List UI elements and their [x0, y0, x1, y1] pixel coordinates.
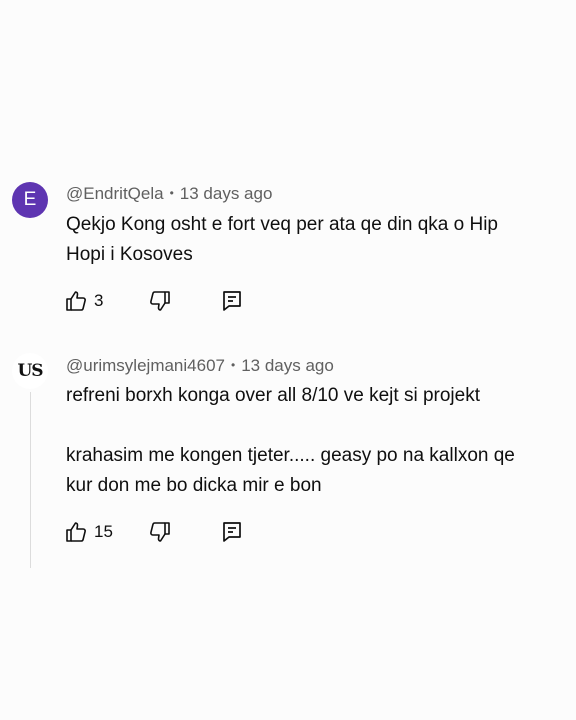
comment-line: krahasim me kongen tjeter..... geasy po …: [66, 445, 515, 466]
dislike-button[interactable]: [148, 520, 220, 544]
comment-text: Qekjo Kong osht e fort veq per ata qe di…: [66, 210, 566, 270]
comment-meta: @urimsylejmani4607 • 13 days ago: [66, 356, 334, 376]
timestamp[interactable]: 13 days ago: [180, 184, 273, 203]
timestamp[interactable]: 13 days ago: [241, 356, 334, 375]
comment-line: Qekjo Kong osht e fort veq per ata qe di…: [66, 214, 498, 235]
username[interactable]: @urimsylejmani4607: [66, 356, 225, 375]
meta-separator: •: [169, 186, 174, 200]
avatar[interactable]: US: [12, 353, 48, 389]
reply-icon: [223, 291, 241, 311]
username[interactable]: @EndritQela: [66, 184, 164, 203]
reply-icon: [223, 522, 241, 542]
like-count: 15: [94, 522, 113, 541]
meta-separator: •: [231, 358, 236, 372]
comment-actions: 15: [64, 519, 244, 545]
thread-line: [30, 392, 31, 568]
reply-button[interactable]: [220, 520, 244, 544]
thumb-down-icon: [150, 291, 170, 311]
like-count: 3: [94, 291, 104, 310]
comment-line: Hopi i Kosoves: [66, 244, 193, 265]
comment-line: refreni borxh konga over all 8/10 ve kej…: [66, 385, 480, 406]
like-button[interactable]: 15: [64, 520, 148, 544]
comment-line: kur don me bo dicka mir e bon: [66, 475, 322, 496]
avatar-letter: E: [23, 189, 37, 210]
reply-button[interactable]: [220, 289, 244, 313]
thumb-down-icon: [150, 522, 170, 542]
comment-actions: 3: [64, 288, 244, 314]
thumb-up-icon: [66, 522, 86, 542]
comment-meta: @EndritQela • 13 days ago: [66, 184, 272, 204]
thumb-up-icon: [66, 291, 86, 311]
avatar[interactable]: E: [12, 182, 48, 218]
avatar-logo: US: [17, 361, 43, 381]
comment-blank-line: [66, 411, 566, 441]
like-button[interactable]: 3: [64, 289, 148, 313]
comment-text: refreni borxh konga over all 8/10 ve kej…: [66, 381, 566, 501]
dislike-button[interactable]: [148, 289, 220, 313]
